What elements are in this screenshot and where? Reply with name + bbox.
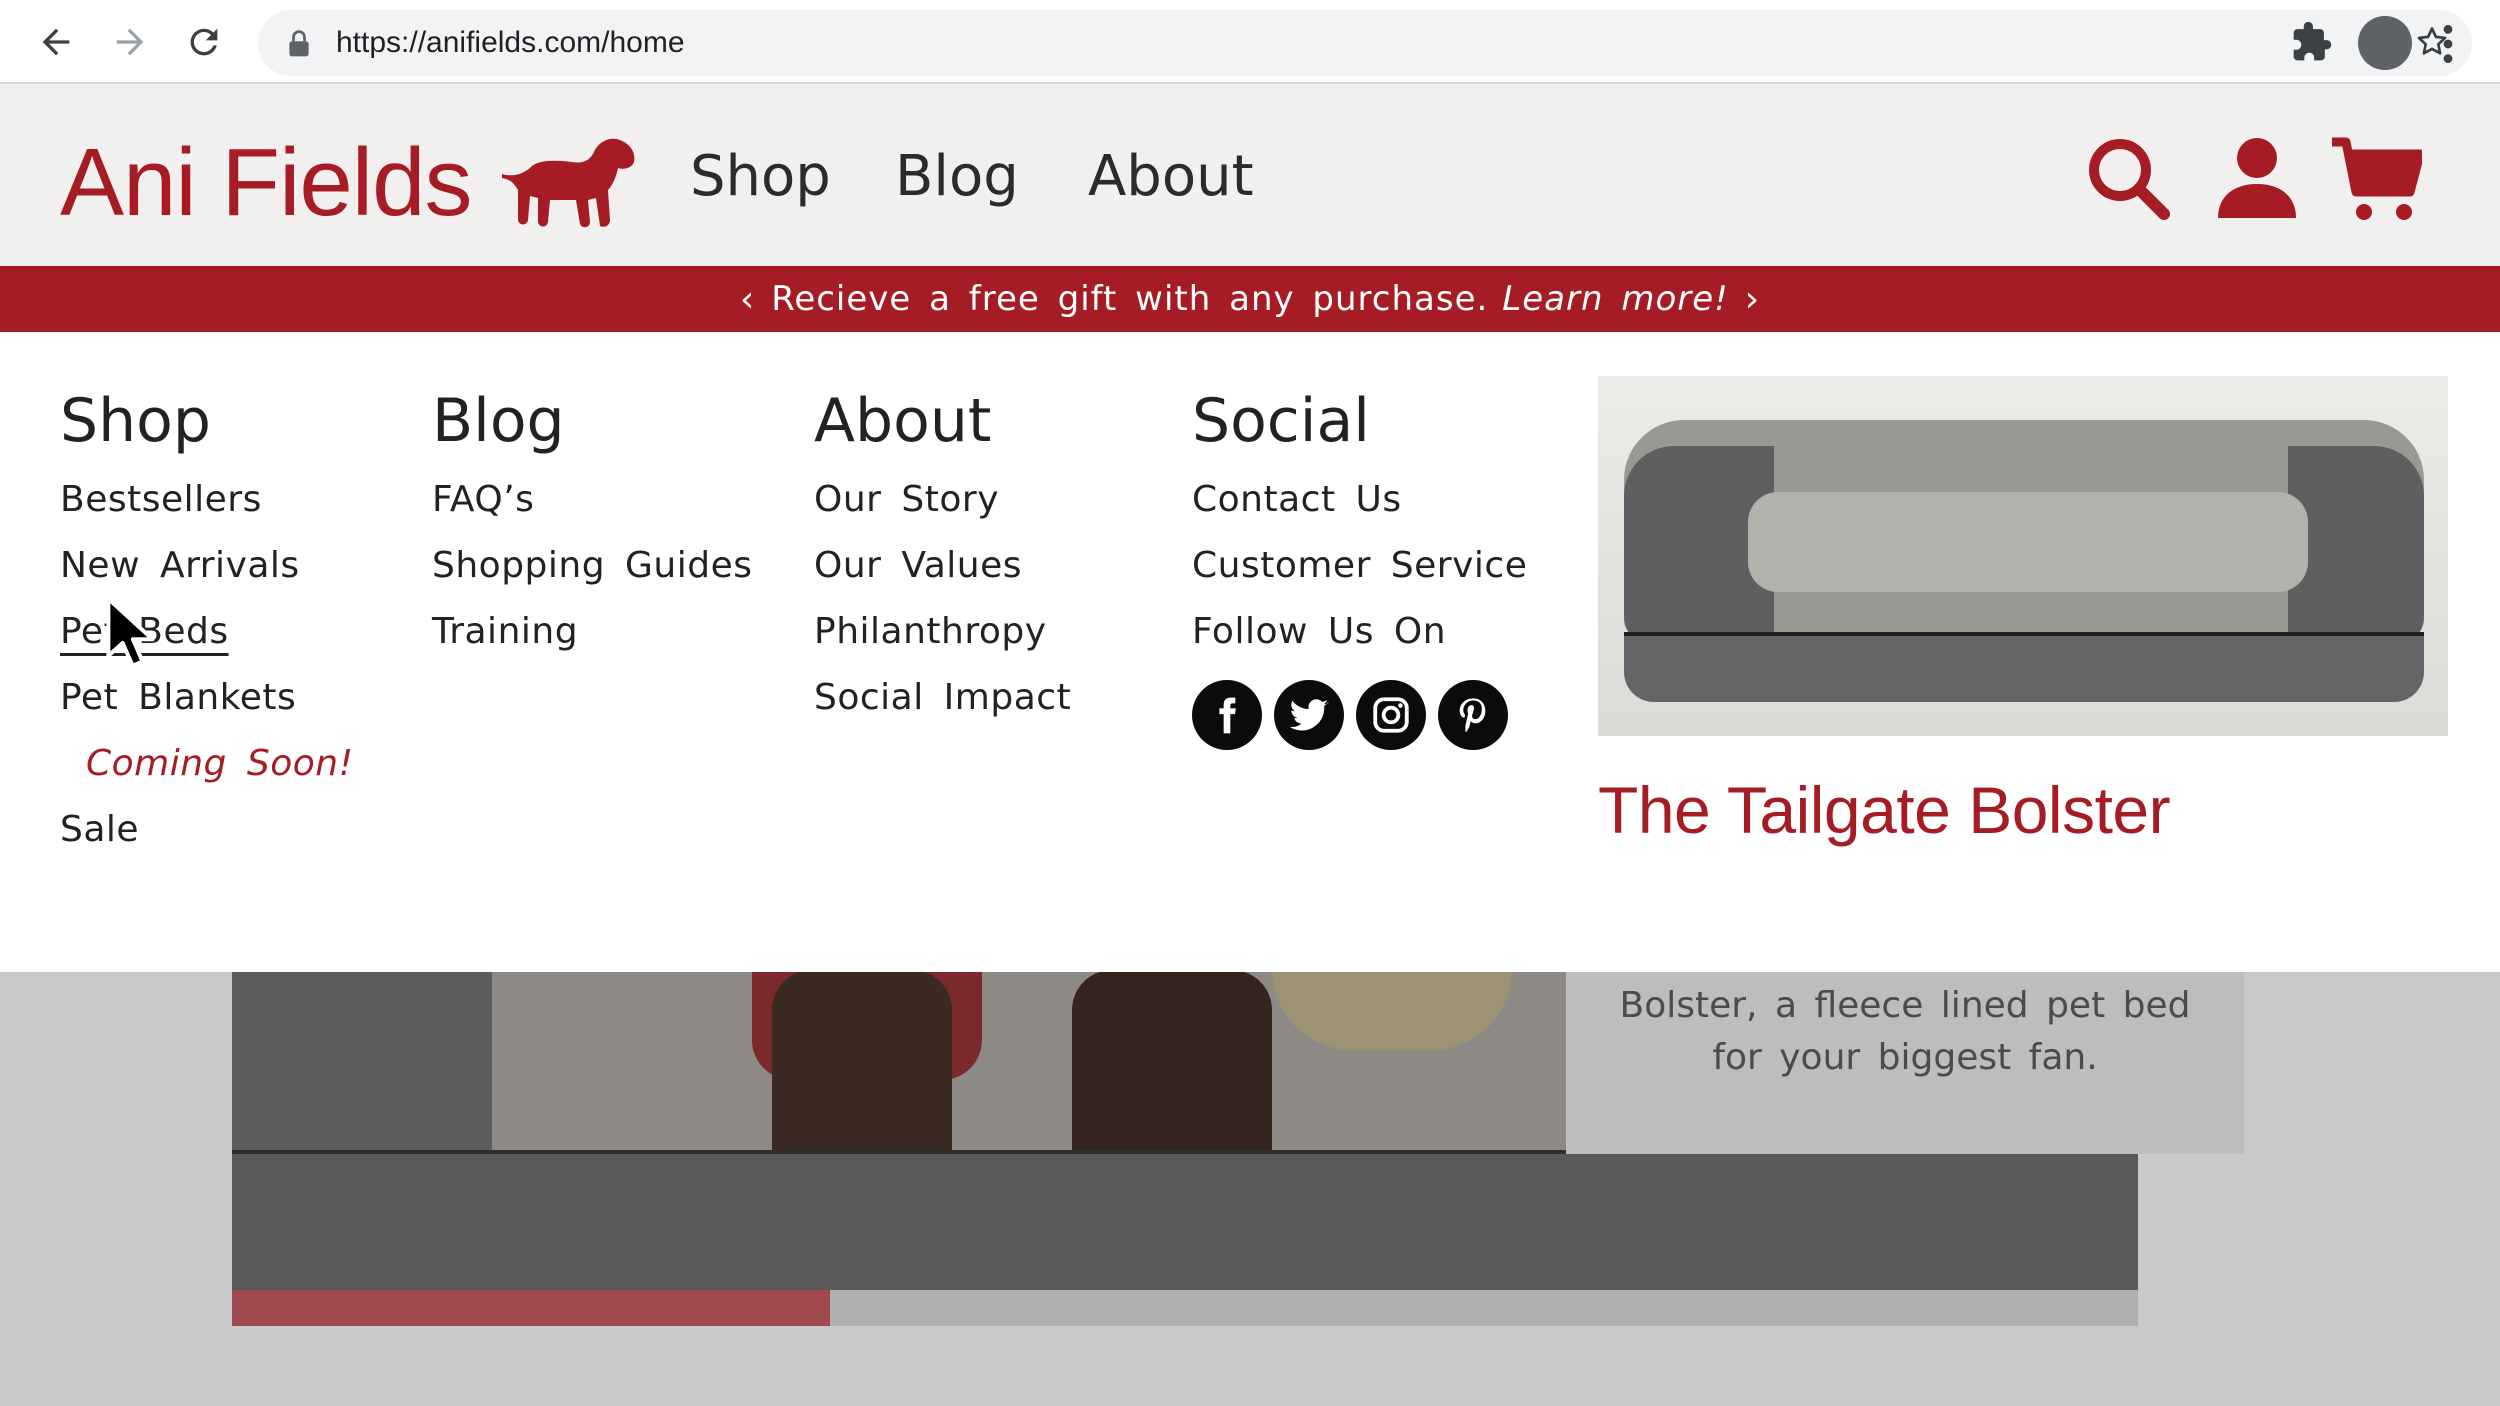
social-icons [1192, 680, 1527, 750]
promo-banner: ‹ Recieve a free gift with any purchase.… [0, 266, 2500, 332]
profile-avatar[interactable] [2358, 16, 2412, 70]
hero-caption-line: for your biggest fan. [1712, 1037, 2098, 1078]
hero-caption-box: Bolster, a fleece lined pet bed for your… [1566, 970, 2244, 1154]
menu-heading-blog: Blog [432, 386, 565, 456]
menu-heading-social: Social [1192, 386, 1370, 456]
menu-link-sale[interactable]: Sale [60, 808, 354, 874]
progress-fill [232, 1290, 831, 1326]
forward-button[interactable] [104, 16, 156, 68]
more-menu-icon[interactable] [2440, 22, 2456, 66]
menu-column-about: About Our Story Our Values Philanthropy … [814, 386, 1071, 742]
account-icon[interactable] [2216, 136, 2298, 220]
promo-learn-more-link[interactable]: Learn more! [1502, 279, 1728, 319]
menu-link-customer-service[interactable]: Customer Service [1192, 544, 1527, 610]
facebook-icon[interactable] [1192, 680, 1262, 750]
hero-caption-line: Bolster, a fleece lined pet bed [1619, 985, 2191, 1026]
forward-arrow-icon [116, 28, 144, 56]
reload-button[interactable] [178, 16, 230, 68]
promo-text: Recieve a free gift with any purchase. [771, 279, 1489, 319]
follow-us-label: Follow Us On [1192, 611, 1447, 652]
mega-menu: Shop Bestsellers New Arrivals Pet Beds P… [0, 332, 2500, 972]
pinterest-icon[interactable] [1438, 680, 1508, 750]
menu-link-philanthropy[interactable]: Philanthropy [814, 610, 1071, 676]
menu-link-contact-us[interactable]: Contact Us [1192, 478, 1527, 544]
coming-soon-label: Coming Soon! [86, 743, 354, 784]
menu-link-training[interactable]: Training [432, 610, 752, 676]
menu-heading-about: About [814, 386, 992, 456]
promo-next-chevron-icon[interactable]: › [1745, 279, 1760, 320]
back-arrow-icon [42, 28, 70, 56]
instagram-icon[interactable] [1356, 680, 1426, 750]
lock-icon [289, 30, 309, 57]
menu-link-bestsellers[interactable]: Bestsellers [60, 478, 354, 544]
menu-link-shopping-guides[interactable]: Shopping Guides [432, 544, 752, 610]
site-logo[interactable]: Ani Fields [60, 128, 472, 238]
reload-icon [190, 28, 218, 56]
menu-link-our-story[interactable]: Our Story [814, 478, 1071, 544]
twitter-icon[interactable] [1274, 680, 1344, 750]
menu-column-blog: Blog FAQ’s Shopping Guides Training [432, 386, 752, 676]
search-icon[interactable] [2086, 136, 2170, 220]
nav-blog[interactable]: Blog [895, 144, 1019, 209]
featured-product-image[interactable] [1598, 376, 2448, 736]
back-button[interactable] [30, 16, 82, 68]
nav-about[interactable]: About [1088, 144, 1254, 209]
extensions-puzzle-icon[interactable] [2290, 20, 2334, 64]
menu-link-social-impact[interactable]: Social Impact [814, 676, 1071, 742]
menu-link-our-values[interactable]: Our Values [814, 544, 1071, 610]
mouse-cursor-icon [106, 596, 155, 668]
url-text[interactable]: https://anifields.com/home [336, 26, 685, 60]
browser-toolbar: https://anifields.com/home [0, 0, 2500, 84]
featured-product-title[interactable]: The Tailgate Bolster [1598, 772, 2171, 848]
slideshow-progress-bar [232, 1290, 2138, 1326]
menu-link-pet-blankets[interactable]: Pet Blankets [60, 676, 354, 742]
menu-link-faqs[interactable]: FAQ’s [432, 478, 752, 544]
nav-shop[interactable]: Shop [690, 144, 831, 209]
promo-prev-chevron-icon[interactable]: ‹ [740, 279, 755, 320]
menu-heading-shop: Shop [60, 386, 211, 456]
site-header: Ani Fields Shop Blog About [0, 84, 2500, 266]
cart-icon[interactable] [2330, 136, 2422, 222]
menu-column-social: Social Contact Us Customer Service Follo… [1192, 386, 1527, 750]
address-bar[interactable]: https://anifields.com/home [258, 10, 2472, 76]
dog-logo-icon[interactable] [498, 134, 638, 230]
